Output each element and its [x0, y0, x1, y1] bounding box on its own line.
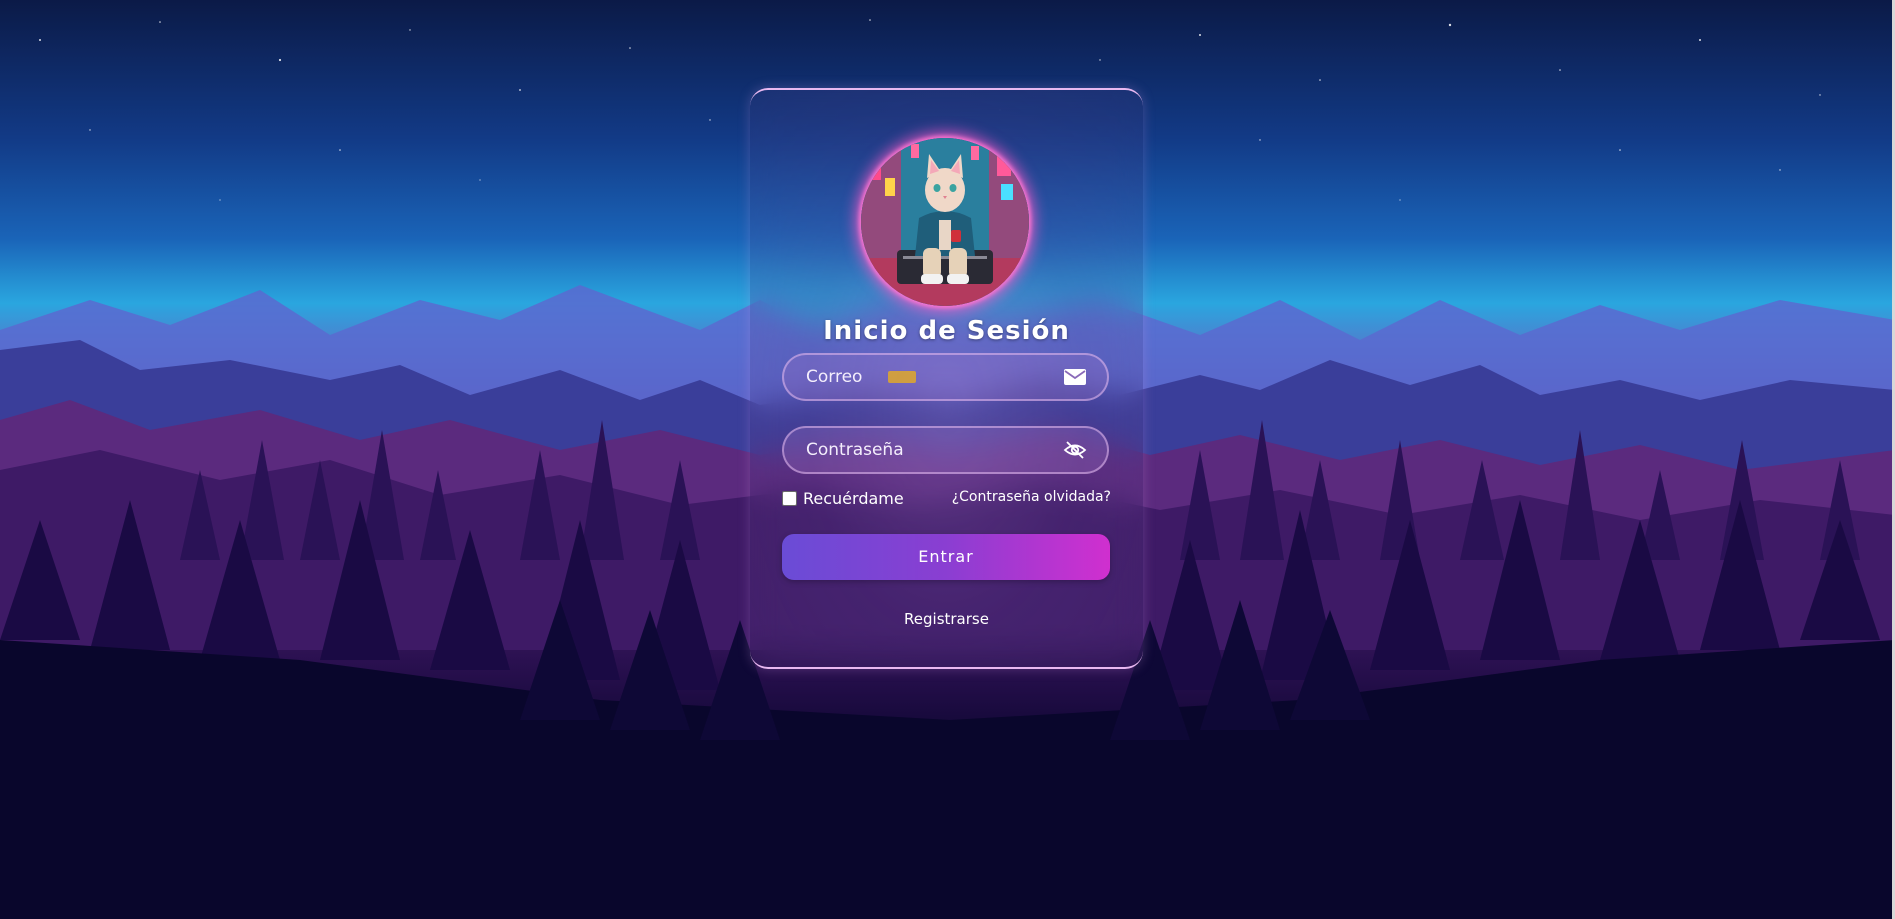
forgot-password-link[interactable]: ¿Contraseña olvidada? [941, 489, 1111, 505]
password-field[interactable]: Contraseña [782, 426, 1109, 474]
password-field-placeholder: Contraseña [806, 440, 904, 460]
email-field[interactable]: Correo [782, 353, 1109, 401]
envelope-icon [1064, 369, 1086, 385]
remember-me-label[interactable]: Recuérdame [803, 489, 904, 508]
login-page: Inicio de Sesión Correo Contraseña Recué… [0, 0, 1895, 919]
login-submit-button[interactable]: Entrar [782, 534, 1110, 580]
remember-me-checkbox[interactable] [782, 491, 797, 506]
register-link[interactable]: Registrarse [750, 610, 1143, 628]
eye-slash-icon[interactable] [1063, 440, 1087, 460]
remember-me[interactable]: Recuérdame [782, 489, 904, 508]
email-field-placeholder: Correo [806, 367, 863, 387]
login-card: Inicio de Sesión Correo Contraseña Recué… [750, 88, 1143, 669]
email-field-redacted-value [888, 371, 916, 383]
login-title: Inicio de Sesión [823, 316, 1070, 346]
cat-avatar [861, 138, 1029, 306]
cat-avatar-illustration [861, 138, 1029, 306]
